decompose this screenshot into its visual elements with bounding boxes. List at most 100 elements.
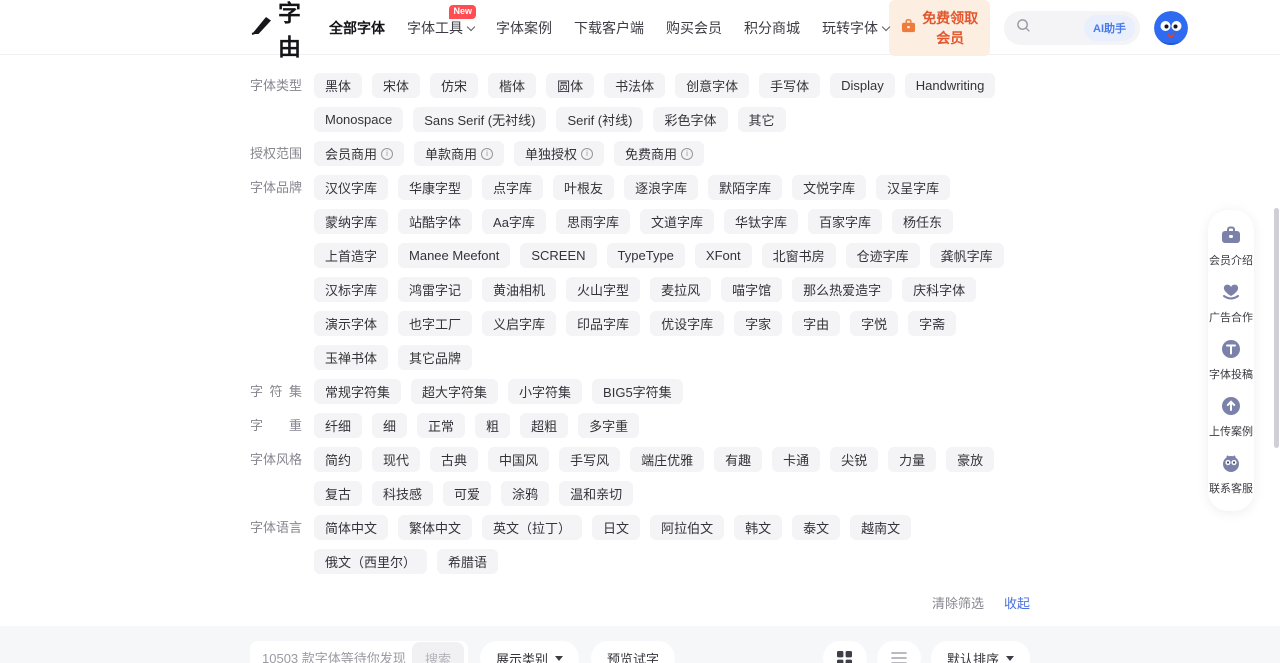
- avatar[interactable]: [1154, 11, 1188, 45]
- header-search[interactable]: AI助手: [1004, 11, 1140, 45]
- filter-tag-华钛字库[interactable]: 华钛字库: [724, 209, 798, 234]
- filter-tag-点字库[interactable]: 点字库: [482, 175, 543, 200]
- filter-tag-细[interactable]: 细: [372, 413, 407, 438]
- grid-view-button[interactable]: [823, 641, 867, 663]
- filter-tag-Manee Meefont[interactable]: Manee Meefont: [398, 243, 510, 268]
- filter-tag-粗[interactable]: 粗: [475, 413, 510, 438]
- filter-tag-庆科字体[interactable]: 庆科字体: [902, 277, 976, 302]
- filter-tag-科技感[interactable]: 科技感: [372, 481, 433, 506]
- filter-tag-Aa字库[interactable]: Aa字库: [482, 209, 546, 234]
- filter-tag-韩文[interactable]: 韩文: [734, 515, 782, 540]
- logo[interactable]: 字由: [250, 0, 303, 62]
- filter-tag-汉标字库[interactable]: 汉标字库: [314, 277, 388, 302]
- filter-tag-鸿雷字记[interactable]: 鸿雷字记: [398, 277, 472, 302]
- filter-tag-龚帆字库[interactable]: 龚帆字库: [930, 243, 1004, 268]
- filter-tag-北窗书房[interactable]: 北窗书房: [762, 243, 836, 268]
- nav-item-积分商城[interactable]: 积分商城: [744, 18, 800, 38]
- filter-tag-日文[interactable]: 日文: [592, 515, 640, 540]
- filter-tag-会员商用[interactable]: 会员商用i: [314, 141, 404, 166]
- ai-assistant-badge[interactable]: AI助手: [1084, 15, 1135, 41]
- filter-tag-演示字体[interactable]: 演示字体: [314, 311, 388, 336]
- filter-tag-尖锐[interactable]: 尖锐: [830, 447, 878, 472]
- filter-tag-字家[interactable]: 字家: [734, 311, 782, 336]
- font-search-input[interactable]: [250, 651, 412, 663]
- filter-tag-仿宋[interactable]: 仿宋: [430, 73, 478, 98]
- display-category-dropdown[interactable]: 展示类别: [480, 641, 579, 663]
- filter-tag-蒙纳字库[interactable]: 蒙纳字库: [314, 209, 388, 234]
- filter-tag-印品字库[interactable]: 印品字库: [566, 311, 640, 336]
- filter-tag-上首造字[interactable]: 上首造字: [314, 243, 388, 268]
- filter-tag-超粗[interactable]: 超粗: [520, 413, 568, 438]
- filter-tag-书法体[interactable]: 书法体: [604, 73, 665, 98]
- nav-item-全部字体[interactable]: 全部字体: [329, 18, 385, 38]
- filter-tag-文悦字库[interactable]: 文悦字库: [792, 175, 866, 200]
- filter-tag-Sans Serif (无衬线)[interactable]: Sans Serif (无衬线): [413, 107, 546, 132]
- nav-item-字体工具[interactable]: 字体工具New: [407, 18, 474, 38]
- filter-tag-免费商用[interactable]: 免费商用i: [614, 141, 704, 166]
- filter-tag-思雨字库[interactable]: 思雨字库: [556, 209, 630, 234]
- filter-tag-宋体[interactable]: 宋体: [372, 73, 420, 98]
- nav-item-下载客户端[interactable]: 下载客户端: [574, 18, 644, 38]
- search-button[interactable]: 搜索: [412, 642, 464, 663]
- filter-tag-有趣[interactable]: 有趣: [714, 447, 762, 472]
- filter-tag-那么热爱造字[interactable]: 那么热爱造字: [792, 277, 892, 302]
- filter-tag-小字符集[interactable]: 小字符集: [508, 379, 582, 404]
- filter-tag-火山字型[interactable]: 火山字型: [566, 277, 640, 302]
- side-menu-会员介绍[interactable]: 会员介绍: [1209, 222, 1253, 268]
- filter-tag-百家字库[interactable]: 百家字库: [808, 209, 882, 234]
- filter-tag-TypeType[interactable]: TypeType: [607, 243, 685, 268]
- filter-tag-SCREEN[interactable]: SCREEN: [520, 243, 596, 268]
- filter-tag-圆体[interactable]: 圆体: [546, 73, 594, 98]
- filter-tag-卡通[interactable]: 卡通: [772, 447, 820, 472]
- filter-tag-XFont[interactable]: XFont: [695, 243, 752, 268]
- filter-tag-越南文[interactable]: 越南文: [850, 515, 911, 540]
- filter-tag-力量[interactable]: 力量: [888, 447, 936, 472]
- filter-tag-中国风[interactable]: 中国风: [488, 447, 549, 472]
- filter-tag-单独授权[interactable]: 单独授权i: [514, 141, 604, 166]
- list-view-button[interactable]: [877, 641, 921, 663]
- filter-tag-俄文（西里尔）[interactable]: 俄文（西里尔）: [314, 549, 427, 574]
- side-menu-字体投稿[interactable]: 字体投稿: [1209, 336, 1253, 382]
- filter-tag-字由[interactable]: 字由: [792, 311, 840, 336]
- filter-tag-Display[interactable]: Display: [830, 73, 895, 98]
- filter-tag-英文（拉丁）[interactable]: 英文（拉丁）: [482, 515, 582, 540]
- side-menu-上传案例[interactable]: 上传案例: [1209, 393, 1253, 439]
- nav-item-玩转字体[interactable]: 玩转字体: [822, 18, 889, 38]
- filter-tag-站酷字体[interactable]: 站酷字体: [398, 209, 472, 234]
- filter-tag-字悦[interactable]: 字悦: [850, 311, 898, 336]
- filter-tag-可爱[interactable]: 可爱: [443, 481, 491, 506]
- filter-tag-其它[interactable]: 其它: [738, 107, 786, 132]
- filter-tag-豪放[interactable]: 豪放: [946, 447, 994, 472]
- filter-tag-复古[interactable]: 复古: [314, 481, 362, 506]
- filter-tag-温和亲切[interactable]: 温和亲切: [559, 481, 633, 506]
- filter-tag-正常[interactable]: 正常: [417, 413, 465, 438]
- filter-tag-手写体[interactable]: 手写体: [759, 73, 820, 98]
- filter-tag-阿拉伯文[interactable]: 阿拉伯文: [650, 515, 724, 540]
- filter-tag-杨任东[interactable]: 杨任东: [892, 209, 953, 234]
- filter-tag-华康字型[interactable]: 华康字型: [398, 175, 472, 200]
- filter-tag-文道字库[interactable]: 文道字库: [640, 209, 714, 234]
- filter-tag-默陌字库[interactable]: 默陌字库: [708, 175, 782, 200]
- filter-tag-彩色字体[interactable]: 彩色字体: [653, 107, 727, 132]
- filter-tag-义启字库[interactable]: 义启字库: [482, 311, 556, 336]
- side-menu-广告合作[interactable]: 广告合作: [1209, 279, 1253, 325]
- filter-tag-繁体中文[interactable]: 繁体中文: [398, 515, 472, 540]
- filter-tag-简体中文[interactable]: 简体中文: [314, 515, 388, 540]
- filter-tag-创意字体[interactable]: 创意字体: [675, 73, 749, 98]
- filter-tag-仓迹字库[interactable]: 仓迹字库: [846, 243, 920, 268]
- filter-tag-楷体[interactable]: 楷体: [488, 73, 536, 98]
- filter-tag-多字重[interactable]: 多字重: [578, 413, 639, 438]
- filter-tag-单款商用[interactable]: 单款商用i: [414, 141, 504, 166]
- filter-tag-端庄优雅[interactable]: 端庄优雅: [630, 447, 704, 472]
- filter-tag-汉呈字库[interactable]: 汉呈字库: [876, 175, 950, 200]
- filter-tag-字斋[interactable]: 字斋: [908, 311, 956, 336]
- filter-tag-常规字符集[interactable]: 常规字符集: [314, 379, 401, 404]
- filter-tag-喵字馆[interactable]: 喵字馆: [721, 277, 782, 302]
- collapse-filters-link[interactable]: 收起: [1004, 593, 1030, 612]
- filter-tag-Serif (衬线)[interactable]: Serif (衬线): [556, 107, 643, 132]
- filter-tag-黑体[interactable]: 黑体: [314, 73, 362, 98]
- filter-tag-叶根友[interactable]: 叶根友: [553, 175, 614, 200]
- scrollbar-thumb[interactable]: [1274, 208, 1279, 448]
- filter-tag-纤细[interactable]: 纤细: [314, 413, 362, 438]
- filter-tag-现代[interactable]: 现代: [372, 447, 420, 472]
